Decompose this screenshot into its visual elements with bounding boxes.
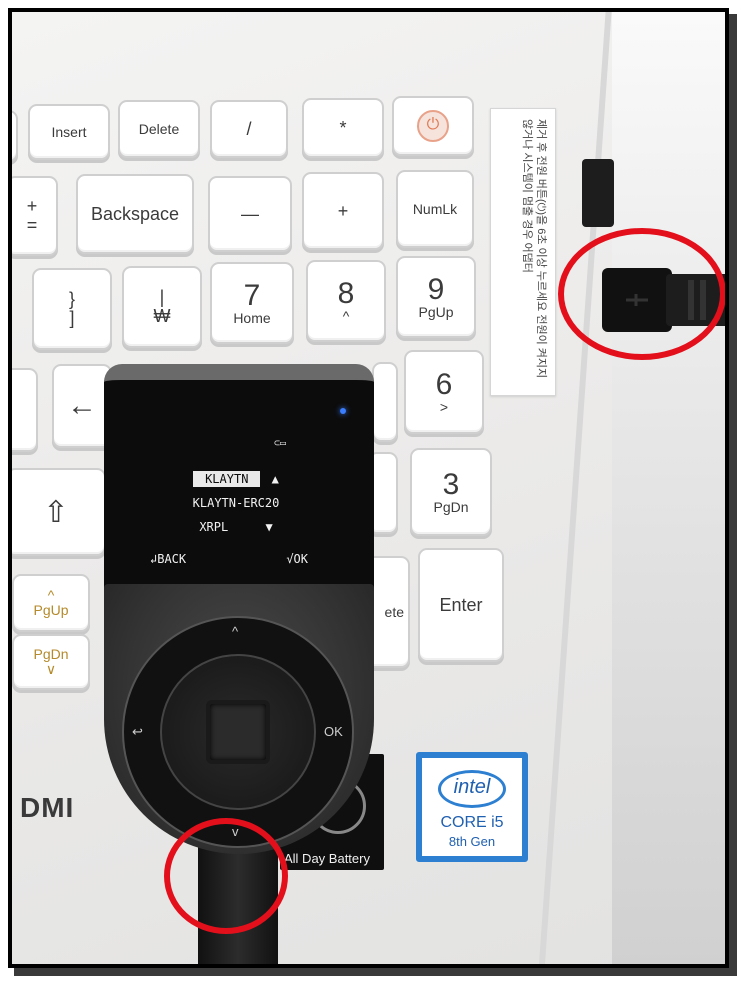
key-pgup: ^ PgUp	[12, 574, 90, 632]
intel-core: CORE i5	[440, 814, 504, 831]
laptop-photo: Insert Delete / * ⏻ + = Backspace — + Nu…	[8, 8, 729, 968]
key-5-partial	[372, 362, 398, 442]
photo-frame: Insert Delete / * ⏻ + = Backspace — + Nu…	[0, 0, 745, 983]
key-numlk: NumLk	[396, 170, 474, 248]
key-9: 9	[427, 272, 445, 306]
battery-label-text: All Day Battery	[284, 851, 370, 866]
nav-back-icon[interactable]: ↩	[132, 724, 143, 740]
key-enter: Enter	[418, 548, 504, 662]
scroll-up-icon: ▲	[271, 472, 279, 486]
key-9-sub: PgUp	[418, 304, 454, 321]
usb-port	[582, 159, 614, 227]
device-body: ^ v OK ↩	[104, 584, 374, 854]
key-delete: Delete	[118, 100, 200, 158]
key-pgdn-sub: ∨	[45, 661, 57, 677]
screen-ok-label: √OK	[286, 552, 308, 566]
nav-ok-button[interactable]: OK	[324, 724, 343, 739]
highlight-circle-cable-connector	[164, 818, 288, 934]
power-icon: ⏻	[417, 110, 449, 142]
key-3: 3	[442, 467, 460, 501]
scroll-down-icon: ▼	[265, 520, 273, 534]
sticker-text: 제거 후 전원 버튼(⏻)을 6초 이상 누르세요 전원이 켜지지 않거나 시스…	[521, 119, 547, 379]
menu-item-klaytn[interactable]: KLAYTN ▲	[156, 471, 316, 487]
frame-shadow-bottom	[14, 968, 737, 976]
key-8-up: 8 ^	[306, 260, 386, 342]
key-pgdn-label: PgDn	[33, 646, 69, 663]
key-arrow-left: ←	[52, 364, 112, 448]
key-9-pgup: 9 PgUp	[396, 256, 476, 338]
key-3-sub: PgDn	[433, 499, 469, 516]
device-screen-bezel: ⊂▭ KLAYTN ▲ KLAYTN-ERC20 XRPL ▼ ↲BACK √O…	[104, 364, 374, 592]
key-pgup-sub: ^	[47, 587, 55, 604]
key-7-home: 7 Home	[210, 262, 294, 344]
key-plus-equal: + =	[12, 176, 58, 256]
key-plus-equal-bot: =	[26, 215, 38, 235]
key-plus: +	[302, 172, 384, 250]
hdmi-logo: DMI	[20, 792, 75, 823]
menu-item-xrpl-label: XRPL	[199, 520, 229, 534]
key-asterisk: *	[302, 98, 384, 158]
key-insert: Insert	[28, 104, 110, 160]
menu-item-klaytn-erc20[interactable]: KLAYTN-ERC20	[156, 496, 316, 510]
key-6-sub: >	[439, 399, 449, 416]
key-partial-left	[12, 110, 18, 162]
key-brace: } ]	[32, 268, 112, 350]
hardware-wallet: ⊂▭ KLAYTN ▲ KLAYTN-ERC20 XRPL ▼ ↲BACK √O…	[104, 364, 374, 854]
nav-up-icon[interactable]: ^	[232, 624, 238, 639]
highlight-circle-usb-port	[558, 228, 725, 360]
intel-badge: intel CORE i5 8th Gen	[416, 752, 528, 862]
key-8: 8	[337, 276, 355, 310]
battery-icon: ⊂▭	[274, 438, 287, 449]
key-backspace: Backspace	[76, 174, 194, 254]
nav-ring[interactable]: ^ v OK ↩	[122, 616, 354, 848]
key-6: 6	[435, 367, 453, 401]
fingerprint-sensor-icon[interactable]	[206, 700, 270, 764]
key-pgdn: PgDn ∨	[12, 634, 90, 690]
key-pipe-won: | ₩	[122, 266, 202, 348]
fingerprint-ring	[160, 654, 316, 810]
key-brace-bot: ]	[69, 308, 75, 328]
key-minus: —	[208, 176, 292, 252]
key-6-right: 6 >	[404, 350, 484, 434]
frame-shadow-right	[729, 14, 737, 972]
menu-item-xrpl[interactable]: XRPL ▼	[156, 520, 316, 534]
key-shift: ⇧	[12, 468, 106, 556]
intel-word: intel	[453, 776, 491, 798]
key-7: 7	[243, 278, 261, 312]
intel-gen: 8th Gen	[448, 834, 496, 849]
key-slash: /	[210, 100, 288, 158]
key-partial-row4	[12, 368, 38, 452]
key-power: ⏻	[392, 96, 474, 156]
background-right	[612, 12, 725, 964]
key-pipe-bot: ₩	[153, 306, 171, 326]
menu-item-klaytn-label: KLAYTN	[193, 471, 261, 487]
device-screen: KLAYTN ▲ KLAYTN-ERC20 XRPL ▼ ↲BACK √OK	[150, 452, 316, 592]
key-brace-top: }	[68, 289, 75, 310]
warning-sticker: 제거 후 전원 버튼(⏻)을 6초 이상 누르세요 전원이 켜지지 않거나 시스…	[490, 108, 556, 396]
key-pipe-top: |	[159, 287, 165, 308]
key-3-pgdn: 3 PgDn	[410, 448, 492, 536]
led-indicator-icon	[340, 408, 346, 414]
key-pgup-label: PgUp	[33, 602, 69, 618]
key-plus-equal-top: +	[26, 196, 38, 217]
key-8-sub: ^	[342, 308, 350, 325]
key-7-sub: Home	[233, 310, 271, 327]
